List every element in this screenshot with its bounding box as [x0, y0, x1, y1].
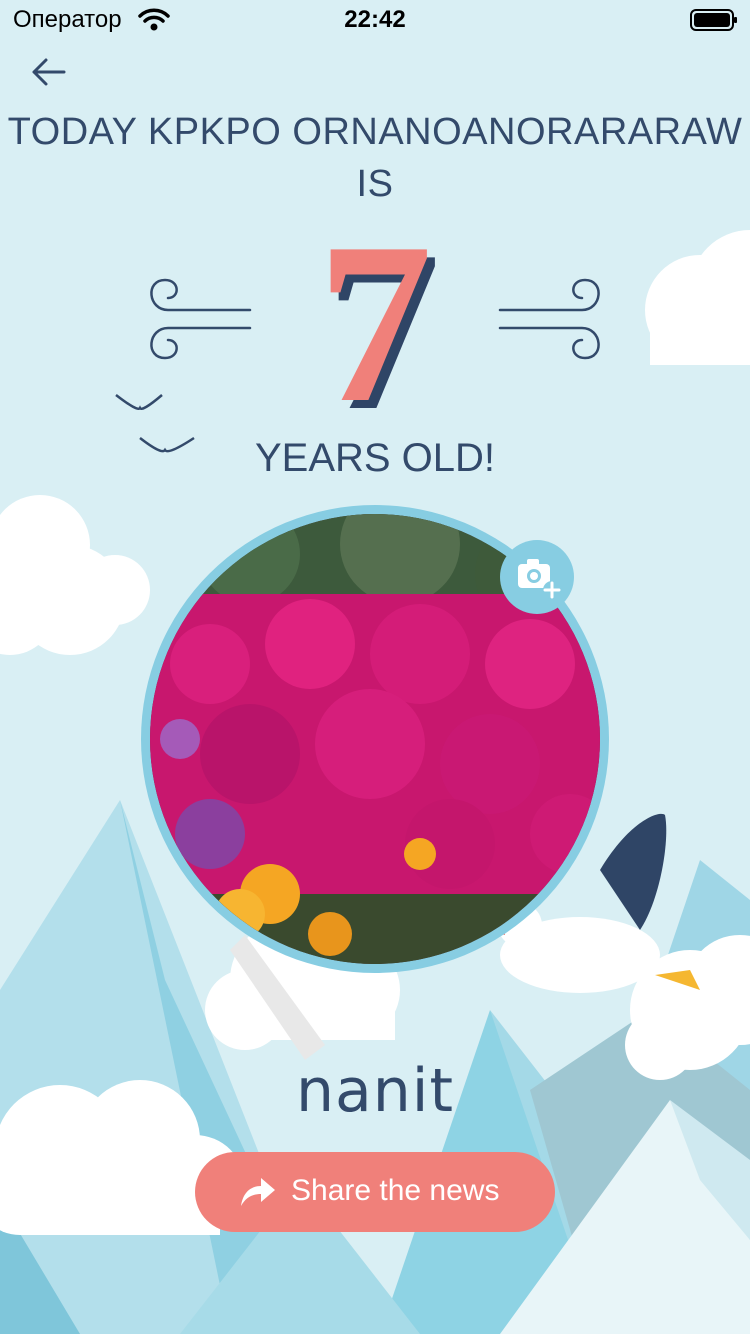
- share-button-label: Share the news: [291, 1174, 500, 1207]
- nanit-logo: nanit: [295, 1056, 455, 1126]
- camera-plus-icon: [518, 559, 561, 599]
- share-arrow-icon: [241, 1178, 275, 1206]
- birthday-card-screen: Оператор 22:42 TODAY KPKPO ORNANOANORARA…: [0, 0, 750, 1334]
- share-button[interactable]: Share the news: [195, 1152, 555, 1232]
- change-photo-button[interactable]: [500, 540, 574, 614]
